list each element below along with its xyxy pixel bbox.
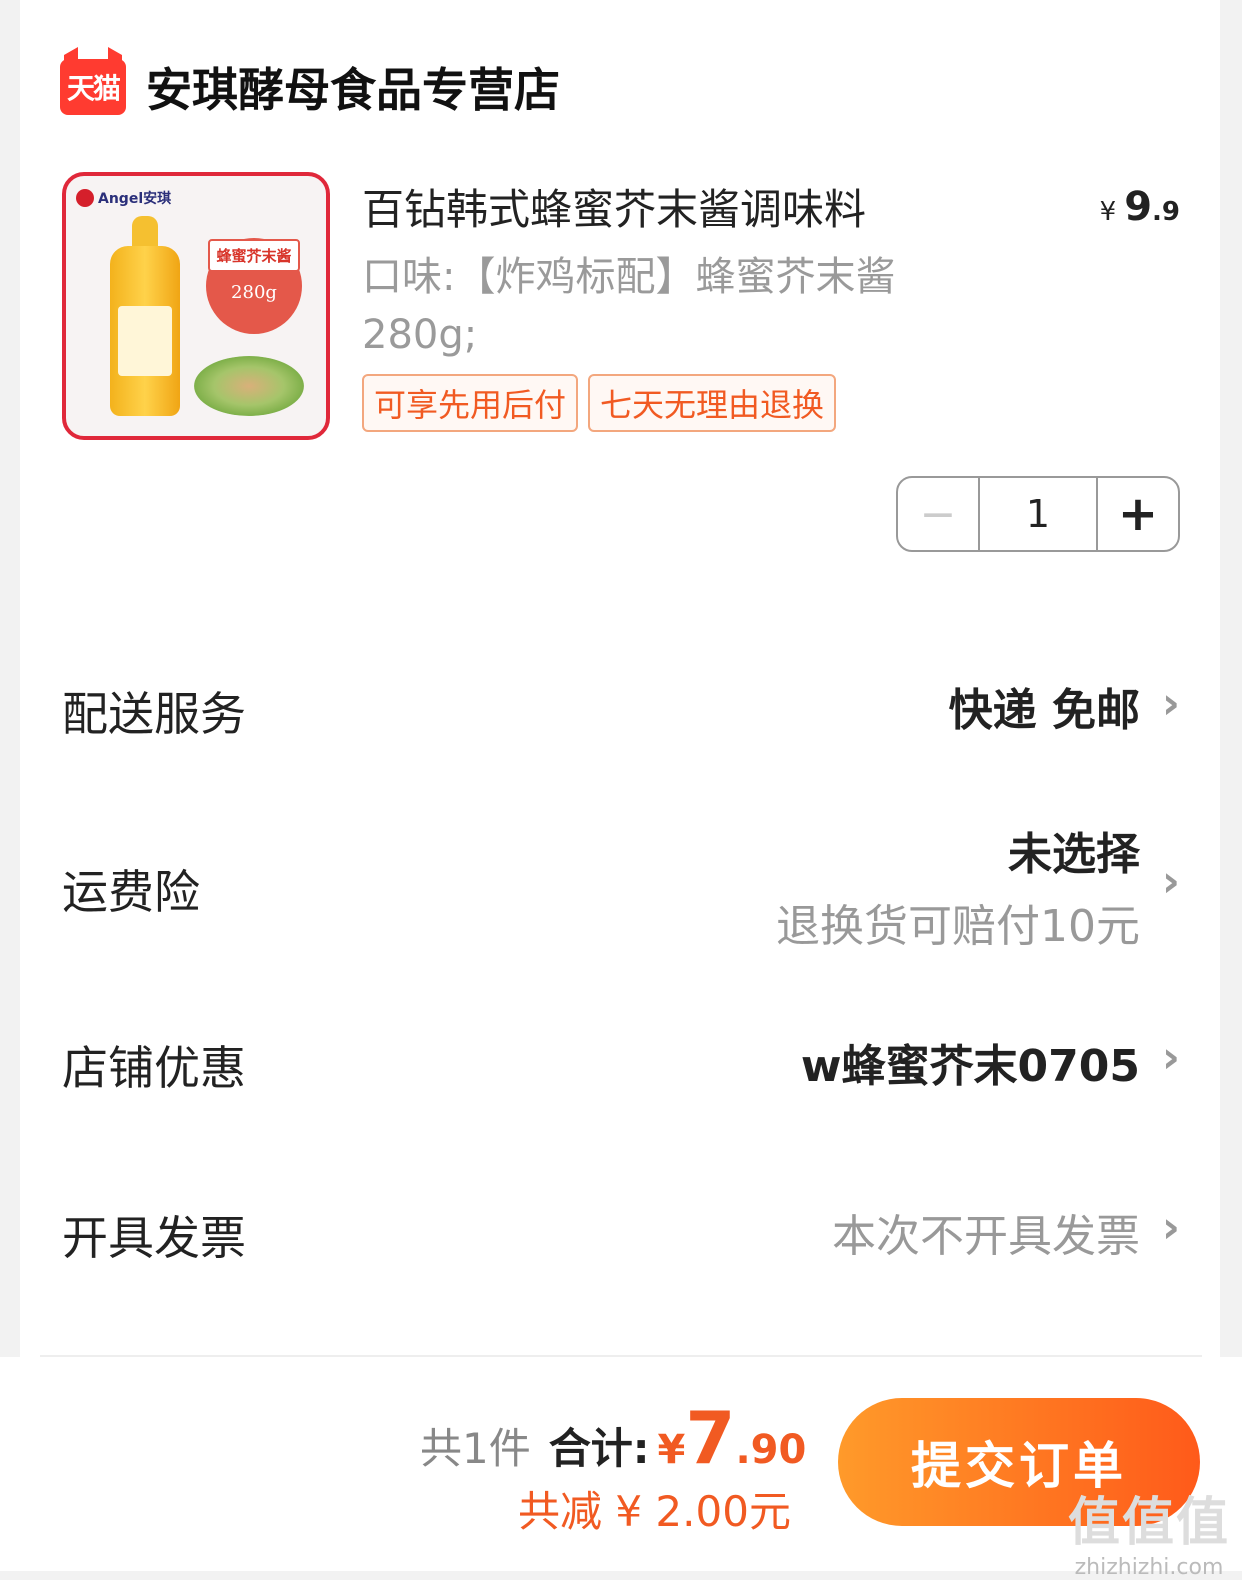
chevron-right-icon: ›: [1161, 1032, 1180, 1083]
delivery-label: 配送服务: [62, 687, 246, 741]
quantity-stepper[interactable]: − 1 +: [896, 476, 1180, 552]
badge-title: 蜂蜜芥末酱: [208, 239, 300, 272]
total-int: 7: [685, 1396, 736, 1480]
product-price: ¥9.9: [1100, 184, 1180, 230]
item-count: 共1件: [420, 1424, 531, 1473]
delivery-row[interactable]: 配送服务 快递 免邮 ›: [62, 672, 1180, 742]
product-image[interactable]: Angel安琪 蜂蜜芥末酱 280g: [62, 172, 330, 440]
total-label: 合计:: [548, 1424, 650, 1473]
product-title[interactable]: 百钻韩式蜂蜜芥末酱调味料: [362, 176, 866, 237]
price-currency: ¥: [1099, 197, 1117, 227]
badge-weight: 280g: [231, 282, 277, 303]
chevron-right-icon: ›: [1161, 678, 1180, 729]
increase-button[interactable]: +: [1098, 478, 1178, 550]
watermark-url: zhizhizhi.com: [1074, 1555, 1224, 1580]
watermark: 值值值 zhizhizhi.com: [1068, 1480, 1230, 1580]
total-price: ¥7.90: [658, 1396, 807, 1480]
watermark-logo: 值值值: [1067, 1493, 1230, 1553]
coupon-value: w蜂蜜芥末0705: [800, 1041, 1140, 1092]
brand-logo: Angel安琪: [76, 188, 171, 208]
chevron-right-icon: ›: [1161, 1202, 1180, 1253]
service-tags: 可享先用后付 七天无理由退换: [362, 374, 837, 432]
insurance-sub: 退换货可赔付10元: [776, 901, 1140, 952]
chevron-right-icon: ›: [1161, 856, 1180, 907]
invoice-label: 开具发票: [62, 1211, 246, 1265]
divider: [40, 1355, 1202, 1357]
brand-dot-icon: [76, 189, 94, 207]
total-summary: 共1件 合计: ¥7.90: [420, 1396, 806, 1480]
decrease-button[interactable]: −: [898, 478, 980, 550]
quantity-input[interactable]: 1: [980, 478, 1098, 550]
invoice-value: 本次不开具发票: [832, 1211, 1140, 1262]
price-int: 9: [1124, 184, 1153, 230]
coupon-row[interactable]: 店铺优惠 w蜂蜜芥末0705 ›: [62, 1030, 1180, 1100]
tag-pay-later: 可享先用后付: [362, 374, 579, 432]
discount-text: 共减 ¥ 2.00元: [518, 1487, 791, 1536]
tag-return: 七天无理由退换: [588, 374, 837, 432]
bottle-label: [118, 306, 172, 376]
shop-header[interactable]: 天猫 安琪酵母食品专营店: [60, 55, 560, 119]
coupon-label: 店铺优惠: [62, 1041, 246, 1095]
delivery-value: 快递 免邮: [948, 685, 1140, 736]
insurance-value: 未选择: [1008, 829, 1140, 880]
insurance-row[interactable]: 运费险 未选择 退换货可赔付10元 ›: [62, 818, 1180, 952]
total-currency: ¥: [657, 1427, 686, 1473]
total-dec: .90: [735, 1427, 807, 1473]
product-spec[interactable]: 口味:【炸鸡标配】蜂蜜芥末酱 280g;: [362, 248, 1002, 364]
product-badge: 蜂蜜芥末酱 280g: [206, 238, 302, 334]
brand-text: Angel安琪: [98, 191, 172, 207]
salad-plate-icon: [194, 356, 304, 416]
price-dec: .9: [1152, 197, 1180, 227]
shop-name: 安琪酵母食品专营店: [146, 63, 560, 117]
invoice-row[interactable]: 开具发票 本次不开具发票 ›: [62, 1200, 1180, 1270]
insurance-label: 运费险: [62, 865, 200, 919]
tmall-logo-icon: 天猫: [60, 59, 126, 115]
